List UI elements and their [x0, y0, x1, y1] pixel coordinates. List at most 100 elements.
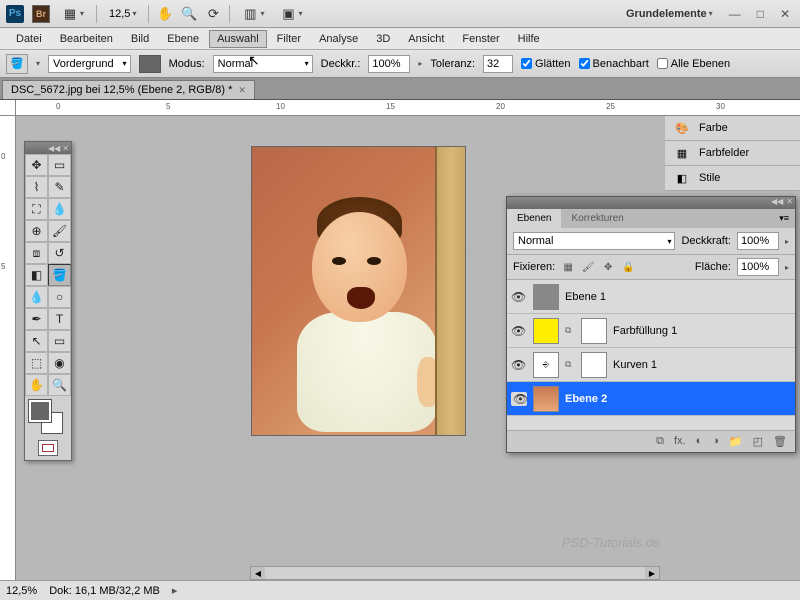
minimize-button[interactable]: — — [725, 7, 745, 21]
brush-tool[interactable]: 🖌 — [48, 220, 71, 242]
menu-fenster[interactable]: Fenster — [454, 30, 507, 48]
tab-ebenen[interactable]: Ebenen — [507, 209, 561, 228]
close-button[interactable]: ✕ — [776, 7, 794, 21]
layer-fill-input[interactable]: 100% — [737, 258, 779, 276]
collapse-icon[interactable]: ◀◀ — [48, 144, 60, 153]
fill-source-select[interactable]: Vordergrund — [48, 55, 131, 73]
menu-bild[interactable]: Bild — [123, 30, 157, 48]
layer-row-selected[interactable]: 👁 Ebene 2 — [507, 382, 795, 416]
layer-name[interactable]: Farbfüllung 1 — [613, 325, 677, 337]
view-extras-dropdown[interactable]: ▦▾ — [58, 4, 88, 24]
layer-name[interactable]: Ebene 2 — [565, 393, 607, 405]
all-layers-checkbox[interactable]: Alle Ebenen — [657, 58, 730, 70]
shape-tool[interactable]: ▭ — [48, 330, 71, 352]
menu-filter[interactable]: Filter — [269, 30, 309, 48]
lock-pixels-icon[interactable]: 🖌 — [581, 260, 595, 274]
type-tool[interactable]: T — [48, 308, 71, 330]
menu-ansicht[interactable]: Ansicht — [400, 30, 452, 48]
panel-header[interactable]: ◀◀✕ — [507, 197, 795, 209]
zoom-level-dropdown[interactable]: 12,5▾ — [105, 6, 140, 22]
eyedropper-tool[interactable]: 💧 — [48, 198, 71, 220]
blur-tool[interactable]: 💧 — [25, 286, 48, 308]
tolerance-input[interactable]: 32 — [483, 55, 513, 73]
scroll-left-icon[interactable]: ◀ — [251, 567, 265, 579]
rotate-view-icon[interactable]: ⟳ — [205, 6, 221, 22]
mask-thumbnail[interactable] — [581, 318, 607, 344]
layer-name[interactable]: Ebene 1 — [565, 291, 606, 303]
foreground-background-colors[interactable] — [25, 396, 71, 436]
lock-all-icon[interactable]: 🔒 — [621, 260, 635, 274]
menu-3d[interactable]: 3D — [368, 30, 398, 48]
healing-tool[interactable]: ⊕ — [25, 220, 48, 242]
collapse-icon[interactable]: ◀◀ — [771, 197, 783, 209]
workspace-switcher[interactable]: Grundelemente▾ — [622, 6, 717, 22]
menu-hilfe[interactable]: Hilfe — [510, 30, 548, 48]
pen-tool[interactable]: ✒ — [25, 308, 48, 330]
current-tool-icon[interactable]: 🪣 — [6, 54, 28, 74]
stile-panel-button[interactable]: ◧ Stile — [665, 166, 800, 191]
layer-mask-icon[interactable]: ◐ — [696, 435, 703, 448]
layer-opacity-input[interactable]: 100% — [737, 232, 779, 250]
layer-row[interactable]: 👁 ⧉ Farbfüllung 1 — [507, 314, 795, 348]
adjustment-thumbnail[interactable]: ⎆ — [533, 352, 559, 378]
document-canvas[interactable] — [251, 146, 466, 436]
3d-camera-tool[interactable]: ◉ — [48, 352, 71, 374]
close-icon[interactable]: ✕ — [786, 197, 793, 209]
ruler-origin[interactable] — [0, 100, 16, 116]
zoom-tool[interactable]: 🔍 — [48, 374, 71, 396]
layer-thumbnail[interactable] — [533, 386, 559, 412]
layer-thumbnail[interactable] — [533, 318, 559, 344]
maximize-button[interactable]: □ — [753, 7, 768, 21]
farbfelder-panel-button[interactable]: ▦ Farbfelder — [665, 141, 800, 166]
hand-tool[interactable]: ✋ — [25, 374, 48, 396]
contiguous-checkbox[interactable]: Benachbart — [579, 58, 649, 70]
scroll-right-icon[interactable]: ▶ — [645, 567, 659, 579]
bridge-icon[interactable]: Br — [32, 5, 50, 23]
paint-bucket-tool[interactable]: 🪣 — [48, 264, 71, 286]
visibility-toggle-icon[interactable]: 👁 — [511, 290, 527, 304]
panel-menu-icon[interactable]: ▾≡ — [773, 209, 795, 228]
delete-layer-icon[interactable]: 🗑 — [773, 435, 787, 448]
menu-datei[interactable]: Datei — [8, 30, 50, 48]
blend-mode-select[interactable]: Normal — [213, 55, 313, 73]
stamp-tool[interactable]: ⧈ — [25, 242, 48, 264]
adjustment-layer-icon[interactable]: ◑ — [712, 435, 719, 448]
dodge-tool[interactable]: ○ — [48, 286, 71, 308]
pattern-swatch[interactable] — [139, 55, 161, 73]
foreground-color[interactable] — [29, 400, 51, 422]
menu-bearbeiten[interactable]: Bearbeiten — [52, 30, 121, 48]
mask-thumbnail[interactable] — [581, 352, 607, 378]
status-doc-size[interactable]: Dok: 16,1 MB/32,2 MB — [49, 585, 160, 597]
layer-row[interactable]: 👁 ⎆ ⧉ Kurven 1 — [507, 348, 795, 382]
tools-palette[interactable]: ◀◀✕ ✥ ▭ ⌇ ✎ ⛶ 💧 ⊕ 🖌 ⧈ ↺ ◧ 🪣 💧 ○ ✒ T ↖ ▭ — [24, 141, 72, 461]
new-layer-icon[interactable]: ◰ — [753, 435, 763, 448]
document-tab[interactable]: DSC_5672.jpg bei 12,5% (Ebene 2, RGB/8) … — [2, 80, 255, 99]
visibility-toggle-icon[interactable]: 👁 — [511, 392, 527, 406]
status-menu-icon[interactable]: ▸ — [172, 584, 178, 597]
lock-position-icon[interactable]: ✥ — [601, 260, 615, 274]
lasso-tool[interactable]: ⌇ — [25, 176, 48, 198]
opacity-input[interactable]: 100% — [368, 55, 410, 73]
close-tab-icon[interactable]: ✕ — [238, 85, 246, 96]
link-layers-icon[interactable]: ⧉ — [656, 435, 664, 448]
hand-tool-icon[interactable]: ✋ — [157, 6, 173, 22]
menu-analyse[interactable]: Analyse — [311, 30, 366, 48]
layer-blend-mode-select[interactable]: Normal — [513, 232, 675, 250]
history-brush-tool[interactable]: ↺ — [48, 242, 71, 264]
horizontal-scrollbar[interactable]: ◀ ▶ — [250, 566, 660, 580]
menu-auswahl[interactable]: Auswahl — [209, 30, 267, 48]
arrange-documents-dropdown[interactable]: ▥▾ — [238, 4, 268, 24]
lock-transparency-icon[interactable]: ▦ — [561, 260, 575, 274]
layers-panel[interactable]: ◀◀✕ Ebenen Korrekturen ▾≡ Normal Deckkra… — [506, 196, 796, 453]
layer-thumbnail[interactable] — [533, 284, 559, 310]
zoom-tool-icon[interactable]: 🔍 — [181, 6, 197, 22]
layer-row[interactable]: 👁 Ebene 1 — [507, 280, 795, 314]
quick-mask-toggle[interactable] — [25, 436, 71, 460]
photoshop-icon[interactable]: Ps — [6, 5, 24, 23]
layer-name[interactable]: Kurven 1 — [613, 359, 657, 371]
antialias-checkbox[interactable]: Glätten — [521, 58, 570, 70]
marquee-tool[interactable]: ▭ — [48, 154, 71, 176]
eraser-tool[interactable]: ◧ — [25, 264, 48, 286]
visibility-toggle-icon[interactable]: 👁 — [511, 358, 527, 372]
tab-korrekturen[interactable]: Korrekturen — [561, 209, 633, 228]
